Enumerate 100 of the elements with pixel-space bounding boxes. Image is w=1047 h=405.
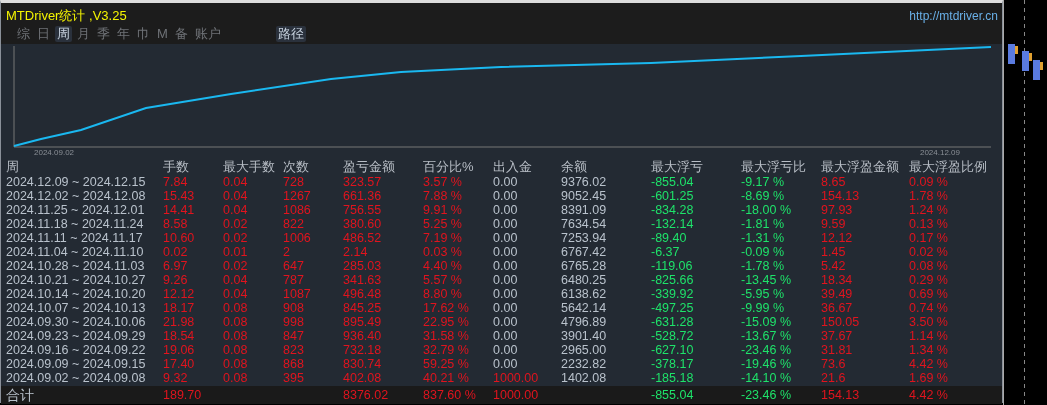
table-cell-text: 380.60 bbox=[343, 217, 383, 231]
column-header: 最大浮亏比 bbox=[741, 160, 807, 174]
period-tab[interactable]: M bbox=[155, 26, 170, 42]
table-cell-text: -5.95 % bbox=[741, 287, 786, 301]
table-cell-text: 4.42 % bbox=[909, 357, 949, 371]
table-cell-text: 2024.09.16 ~ 2024.09.22 bbox=[5, 343, 147, 357]
column-header: 次数 bbox=[283, 160, 310, 174]
table-cell-text: 0.04 bbox=[223, 203, 249, 217]
table-cell-text: 9.91 % bbox=[423, 203, 463, 217]
table-cell-text: 5.57 % bbox=[423, 273, 463, 287]
table-cell-text: 0.00 bbox=[493, 329, 519, 343]
table-cell-text: 647 bbox=[283, 259, 305, 273]
table-cell-text: -1.31 % bbox=[741, 231, 786, 245]
table-cell-text: -89.40 bbox=[651, 231, 688, 245]
period-tab[interactable]: 巾 bbox=[135, 26, 152, 42]
table-cell-text: 0.00 bbox=[493, 217, 519, 231]
table-cell-text: 2024.11.25 ~ 2024.12.01 bbox=[5, 203, 146, 217]
table-cell-text: 2024.10.14 ~ 2024.10.20 bbox=[5, 287, 147, 301]
table-cell-text: -18.00 % bbox=[741, 203, 793, 217]
table-cell-text: 936.40 bbox=[343, 329, 383, 343]
period-tab[interactable]: 综 bbox=[15, 26, 32, 42]
path-button[interactable]: 路径 bbox=[275, 26, 306, 42]
table-cell-text: 0.29 % bbox=[909, 273, 949, 287]
table-cell-text: -601.25 bbox=[651, 189, 695, 203]
table-cell-text: -1.81 % bbox=[741, 217, 786, 231]
table-cell-text: 8376.02 bbox=[343, 388, 390, 402]
table-cell-text: 2024.10.28 ~ 2024.11.03 bbox=[5, 259, 146, 273]
table-cell-text: 21.6 bbox=[821, 371, 847, 385]
table-cell-text: 830.74 bbox=[343, 357, 383, 371]
table-cell-text: 0.17 % bbox=[909, 231, 949, 245]
table-cell-text: 0.13 % bbox=[909, 217, 949, 231]
table-cell-text: 8.65 bbox=[821, 175, 847, 189]
table-cell-text: 787 bbox=[283, 273, 305, 287]
table-cell-text: 0.00 bbox=[493, 273, 519, 287]
table-cell-text: 5642.14 bbox=[561, 301, 608, 315]
period-tab[interactable]: 备 bbox=[172, 26, 190, 42]
period-tab[interactable]: 日 bbox=[35, 26, 52, 42]
table-cell-text: 1.24 % bbox=[909, 203, 949, 217]
table-cell-text: -185.18 bbox=[651, 371, 695, 385]
table-cell-text: 8.58 bbox=[163, 217, 189, 231]
column-header: 百分比% bbox=[423, 160, 475, 174]
table-cell-text: 14.41 bbox=[163, 203, 196, 217]
table-cell-text: 1267 bbox=[283, 189, 312, 203]
table-cell-text: -13.67 % bbox=[741, 329, 793, 343]
period-tab[interactable]: 账户 bbox=[192, 26, 223, 42]
table-cell-text: -627.10 bbox=[651, 343, 695, 357]
period-tab[interactable]: 年 bbox=[115, 26, 132, 42]
table-cell-text: 341.63 bbox=[343, 273, 383, 287]
table-cell-text: 21.98 bbox=[163, 315, 196, 329]
table-cell-text: 0.69 % bbox=[909, 287, 949, 301]
table-cell-text: 732.18 bbox=[343, 343, 383, 357]
table-cell-text: 895.49 bbox=[343, 315, 383, 329]
table-cell-text: 6138.62 bbox=[561, 287, 608, 301]
table-cell-text: 73.6 bbox=[821, 357, 847, 371]
table-cell-text: 0.00 bbox=[493, 343, 519, 357]
table-cell-text: 150.05 bbox=[821, 315, 861, 329]
table-cell-text: 1.78 % bbox=[909, 189, 949, 203]
table-cell-text: 2024.11.18 ~ 2024.11.24 bbox=[5, 217, 145, 231]
table-cell-text: -497.25 bbox=[651, 301, 695, 315]
table-cell-text: 0.00 bbox=[493, 203, 519, 217]
table-cell-text: 3.50 % bbox=[909, 315, 949, 329]
table-cell-text: 2024.10.07 ~ 2024.10.13 bbox=[5, 301, 147, 315]
column-header: 周 bbox=[5, 160, 20, 174]
table-cell-text: 0.02 % bbox=[909, 245, 949, 259]
table-cell-text: 3.57 % bbox=[423, 175, 463, 189]
table-cell-text: 19.06 bbox=[163, 343, 196, 357]
table-cell-text: 0.08 bbox=[223, 315, 249, 329]
table-cell-text: 18.34 bbox=[821, 273, 854, 287]
table-cell-text: 2965.00 bbox=[561, 343, 608, 357]
table-cell-text: 1.69 % bbox=[909, 371, 949, 385]
table-cell-text: 0.03 % bbox=[423, 245, 463, 259]
table-cell-text: -132.14 bbox=[651, 217, 695, 231]
table-cell-text: -6.37 bbox=[651, 245, 681, 259]
table-cell-text: 1006 bbox=[283, 231, 312, 245]
table-cell-text: 4.42 % bbox=[909, 388, 949, 402]
table-cell-text: 36.67 bbox=[821, 301, 854, 315]
axis-date-label: 2024.09.02 bbox=[34, 148, 75, 157]
table-cell-text: 合计 bbox=[5, 388, 35, 402]
table-cell-text: 6.97 bbox=[163, 259, 189, 273]
table-cell-text: 0.08 bbox=[223, 301, 249, 315]
table-cell-text: -9.99 % bbox=[741, 301, 786, 315]
period-tab[interactable]: 月 bbox=[75, 26, 92, 42]
table-cell-text: 0.00 bbox=[493, 315, 519, 329]
table-cell-text: -119.06 bbox=[651, 259, 694, 273]
website-link[interactable]: http://mtdriver.cn bbox=[909, 9, 998, 23]
table-cell-text: -14.10 % bbox=[741, 371, 793, 385]
period-tab[interactable]: 周 bbox=[55, 26, 72, 42]
column-header: 最大浮亏 bbox=[651, 160, 704, 174]
table-cell-text: 395 bbox=[283, 371, 305, 385]
column-header: 最大浮盈金额 bbox=[821, 160, 900, 174]
table-cell-text: 18.17 bbox=[163, 301, 196, 315]
period-tab[interactable]: 季 bbox=[95, 26, 112, 42]
table-cell-text: 1.45 bbox=[821, 245, 847, 259]
table-cell-text: 0.01 bbox=[223, 245, 249, 259]
table-cell-text: 0.02 bbox=[223, 259, 249, 273]
column-header: 盈亏金额 bbox=[343, 160, 396, 174]
table-cell-text: 6767.42 bbox=[561, 245, 608, 259]
table-cell-text: 9.26 bbox=[163, 273, 189, 287]
table-cell-text: 1000.00 bbox=[493, 371, 540, 385]
table-cell-text: -1.78 % bbox=[741, 259, 786, 273]
